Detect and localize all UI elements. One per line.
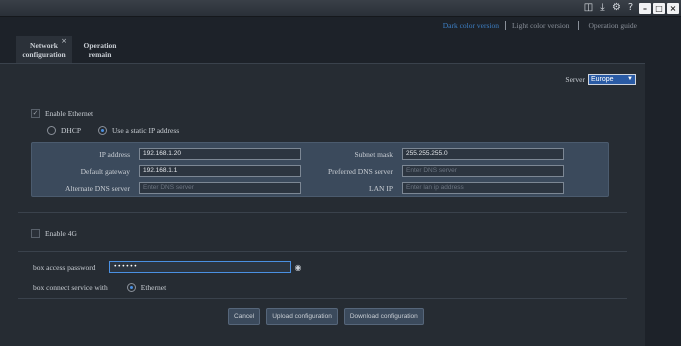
- preferred-dns-input[interactable]: Enter DNS server: [402, 165, 564, 177]
- light-color-link[interactable]: Light color version: [512, 21, 570, 30]
- alternate-dns-input[interactable]: Enter DNS server: [139, 182, 301, 194]
- dhcp-option[interactable]: DHCP: [47, 126, 81, 135]
- preferred-dns-label: Preferred DNS server: [328, 166, 393, 176]
- dhcp-radio[interactable]: [47, 126, 56, 135]
- tab-operation-remain[interactable]: Operation remain: [72, 36, 128, 63]
- static-ip-option[interactable]: Use a static IP address: [98, 126, 179, 135]
- operation-guide-link[interactable]: Operation guide: [588, 21, 637, 30]
- theme-links: Dark color version Light color version O…: [443, 21, 637, 30]
- toolbar-icons: ◫ ⤓ ⚙ ?: [583, 2, 636, 14]
- ip-settings-box: IP address 192.168.1.20 Subnet mask 255.…: [31, 142, 609, 197]
- server-label: Server: [565, 75, 585, 84]
- help-icon[interactable]: ?: [625, 2, 636, 14]
- close-icon[interactable]: ×: [667, 3, 679, 14]
- enable-ethernet-label: Enable Ethernet: [45, 109, 94, 118]
- server-select[interactable]: Europe ▼: [588, 74, 636, 85]
- password-input[interactable]: ••••••: [109, 261, 292, 273]
- subnet-mask-field: Subnet mask 255.255.255.0: [302, 148, 564, 160]
- default-gateway-input[interactable]: 192.168.1.1: [139, 165, 301, 177]
- ip-address-field: IP address 192.168.1.20: [34, 148, 301, 160]
- window-controls: – □ ×: [639, 3, 679, 14]
- connect-service-row: box connect service with Ethernet: [33, 283, 166, 292]
- default-gateway-label: Default gateway: [80, 166, 130, 176]
- static-ip-label: Use a static IP address: [112, 126, 180, 135]
- lan-ip-input[interactable]: Enter lan ip address: [402, 182, 564, 194]
- download-icon[interactable]: ⤓: [597, 2, 608, 14]
- ip-address-input[interactable]: 192.168.1.20: [139, 148, 301, 160]
- chevron-down-icon: ▼: [627, 76, 633, 82]
- ip-address-label: IP address: [99, 149, 130, 159]
- cancel-button[interactable]: Cancel: [228, 308, 261, 325]
- network-configuration-panel: Server Europe ▼ ✓ Enable Ethernet DHCP U…: [0, 63, 645, 346]
- ip-mode-radio-group: DHCP Use a static IP address: [47, 126, 196, 135]
- static-ip-radio[interactable]: [98, 126, 108, 135]
- tab-network-configuration[interactable]: × Network configuration: [16, 36, 72, 63]
- subnet-mask-input[interactable]: 255.255.255.0: [402, 148, 564, 160]
- enable-4g-label: Enable 4G: [45, 229, 77, 238]
- eye-icon[interactable]: ◉: [294, 263, 301, 272]
- alternate-dns-label: Alternate DNS server: [65, 183, 130, 193]
- link-separator: [504, 21, 506, 30]
- download-configuration-button[interactable]: Download configuration: [343, 308, 424, 325]
- dark-color-link[interactable]: Dark color version: [443, 21, 499, 30]
- tab-label-line1: Operation: [83, 41, 117, 50]
- connect-service-label: box connect service with: [33, 283, 108, 292]
- enable-4g-row: Enable 4G: [31, 229, 77, 238]
- alternate-dns-field: Alternate DNS server Enter DNS server: [34, 182, 301, 194]
- maximize-icon[interactable]: □: [653, 3, 665, 14]
- server-selector: Server Europe ▼: [565, 74, 636, 85]
- enable-ethernet-checkbox[interactable]: ✓: [31, 109, 40, 118]
- preferred-dns-field: Preferred DNS server Enter DNS server: [302, 165, 564, 177]
- ethernet-option-label: Ethernet: [140, 283, 167, 292]
- enable-4g-checkbox[interactable]: [31, 229, 40, 238]
- section-divider: [18, 251, 627, 252]
- minimize-icon[interactable]: –: [639, 3, 651, 14]
- tab-close-icon[interactable]: ×: [61, 37, 67, 46]
- enable-ethernet-row: ✓ Enable Ethernet: [31, 109, 93, 118]
- ethernet-radio[interactable]: [126, 283, 136, 292]
- dhcp-label: DHCP: [61, 126, 82, 135]
- gear-icon[interactable]: ⚙: [611, 2, 622, 14]
- tab-bar: × Network configuration Operation remain: [16, 36, 128, 63]
- monitor-icon[interactable]: ◫: [583, 2, 594, 14]
- section-divider: [18, 212, 627, 213]
- password-label: box access password: [33, 262, 96, 272]
- server-value: Europe: [591, 76, 614, 83]
- lan-ip-label: LAN IP: [369, 183, 393, 193]
- link-separator: [578, 21, 580, 30]
- lan-ip-field: LAN IP Enter lan ip address: [302, 182, 564, 194]
- default-gateway-field: Default gateway 192.168.1.1: [34, 165, 301, 177]
- tab-label-line2: configuration: [22, 50, 66, 59]
- subnet-mask-label: Subnet mask: [354, 149, 393, 159]
- password-row: box access password •••••• ◉: [33, 261, 301, 273]
- action-buttons: Cancel Upload configuration Download con…: [228, 308, 424, 325]
- title-bar: ◫ ⤓ ⚙ ? – □ ×: [0, 0, 681, 17]
- section-divider: [18, 298, 627, 299]
- tab-label-line2: remain: [88, 50, 112, 59]
- upload-configuration-button[interactable]: Upload configuration: [266, 308, 338, 325]
